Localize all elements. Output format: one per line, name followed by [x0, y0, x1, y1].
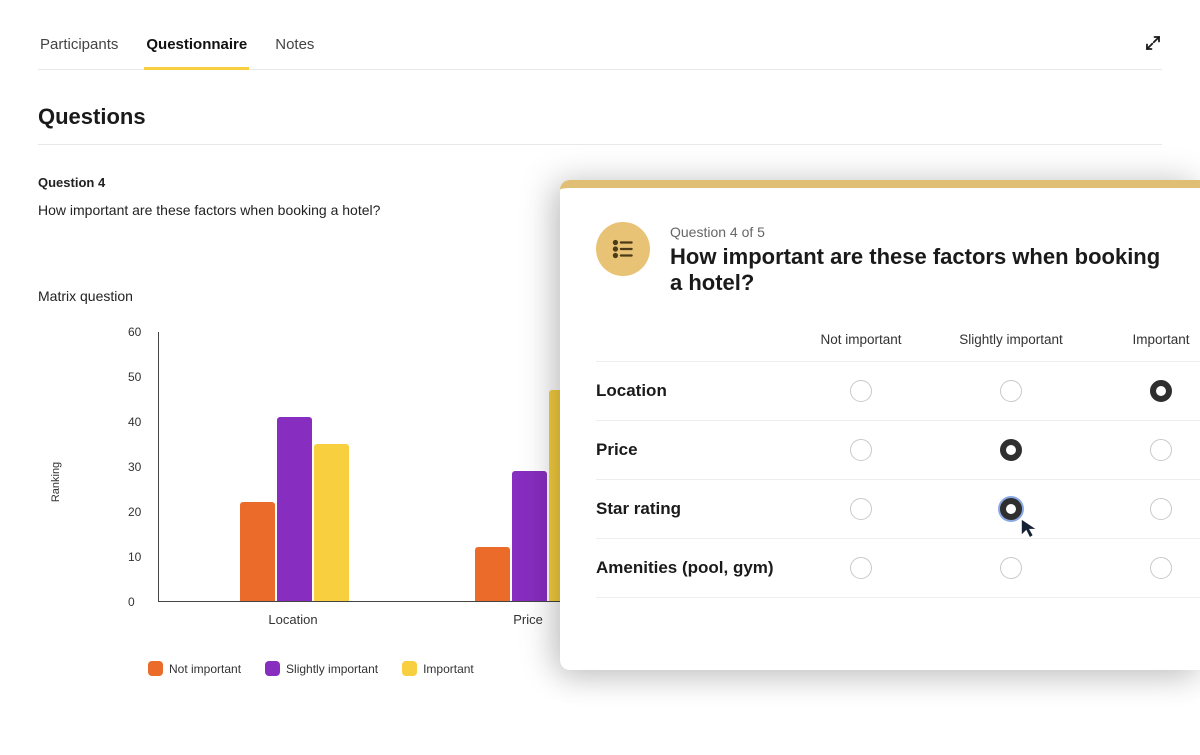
matrix-radio-cell [936, 380, 1086, 402]
matrix-radio[interactable] [1150, 498, 1172, 520]
legend-item: Not important [148, 660, 241, 678]
chart-bar-group [234, 417, 354, 602]
matrix-row: Location [596, 361, 1200, 420]
matrix-radio[interactable] [850, 380, 872, 402]
tab-questionnaire[interactable]: Questionnaire [144, 30, 249, 70]
matrix-radio-cell [1086, 557, 1200, 579]
matrix-col-header: Important [1086, 332, 1200, 347]
chart-y-tick: 0 [128, 595, 135, 609]
matrix-radio-cell [936, 557, 1086, 579]
chart-y-tick: 40 [128, 415, 141, 429]
matrix-radio[interactable] [1000, 498, 1022, 520]
tab-participants[interactable]: Participants [38, 30, 120, 69]
matrix-col-header: Slightly important [936, 332, 1086, 347]
chart-y-tick: 60 [128, 325, 141, 339]
matrix-radio[interactable] [1000, 557, 1022, 579]
chart-bar [512, 471, 547, 602]
cursor-icon [1020, 518, 1038, 538]
matrix-row: Price [596, 420, 1200, 479]
matrix-radio-cell [786, 380, 936, 402]
chart-bar [314, 444, 349, 602]
tabs: Participants Questionnaire Notes [38, 30, 1162, 70]
chart-bar [277, 417, 312, 602]
matrix-question-icon [596, 222, 650, 276]
legend-label: Slightly important [286, 662, 378, 676]
legend-swatch [402, 661, 417, 676]
chart-y-tick: 30 [128, 460, 141, 474]
matrix-radio-cell [786, 557, 936, 579]
matrix-row-label: Location [596, 381, 786, 401]
chart-y-tick: 10 [128, 550, 141, 564]
chart-x-tick: Price [513, 612, 543, 627]
matrix-radio[interactable] [850, 557, 872, 579]
matrix-row: Star rating [596, 479, 1200, 538]
question-position-label: Question 4 of 5 [670, 224, 1164, 240]
chart-y-tick: 20 [128, 505, 141, 519]
matrix-col-header: Not important [786, 332, 936, 347]
modal-question-text: How important are these factors when boo… [670, 244, 1164, 296]
legend-swatch [265, 661, 280, 676]
chart-y-axis-label: Ranking [50, 462, 62, 502]
matrix-radio[interactable] [850, 498, 872, 520]
expand-icon[interactable] [1144, 34, 1162, 57]
matrix-row-label: Price [596, 440, 786, 460]
matrix-radio-cell [1086, 380, 1200, 402]
legend-item: Important [402, 660, 474, 678]
matrix-radio-cell [936, 439, 1086, 461]
chart-x-tick: Location [268, 612, 317, 627]
matrix-radio-cell [786, 498, 936, 520]
legend-label: Not important [169, 662, 241, 676]
matrix-radio[interactable] [1150, 380, 1172, 402]
chart-bar [475, 547, 510, 601]
legend-label: Important [423, 662, 474, 676]
tab-notes[interactable]: Notes [273, 30, 316, 69]
matrix-radio[interactable] [1150, 557, 1172, 579]
section-heading-questions: Questions [38, 104, 1162, 145]
question-preview-panel: Question 4 of 5 How important are these … [560, 180, 1200, 670]
chart-bar [240, 502, 275, 601]
matrix-row-label: Amenities (pool, gym) [596, 558, 786, 578]
matrix-radio-cell [786, 439, 936, 461]
matrix-radio-cell [1086, 439, 1200, 461]
matrix-radio-cell [1086, 498, 1200, 520]
matrix-table: Not important Slightly important Importa… [560, 322, 1200, 598]
chart-y-tick: 50 [128, 370, 141, 384]
matrix-row: Amenities (pool, gym) [596, 538, 1200, 598]
matrix-radio[interactable] [850, 439, 872, 461]
legend-item: Slightly important [265, 660, 378, 678]
matrix-radio[interactable] [1000, 439, 1022, 461]
matrix-radio[interactable] [1000, 380, 1022, 402]
matrix-radio[interactable] [1150, 439, 1172, 461]
matrix-row-label: Star rating [596, 499, 786, 519]
legend-swatch [148, 661, 163, 676]
matrix-radio-cell [936, 498, 1086, 520]
